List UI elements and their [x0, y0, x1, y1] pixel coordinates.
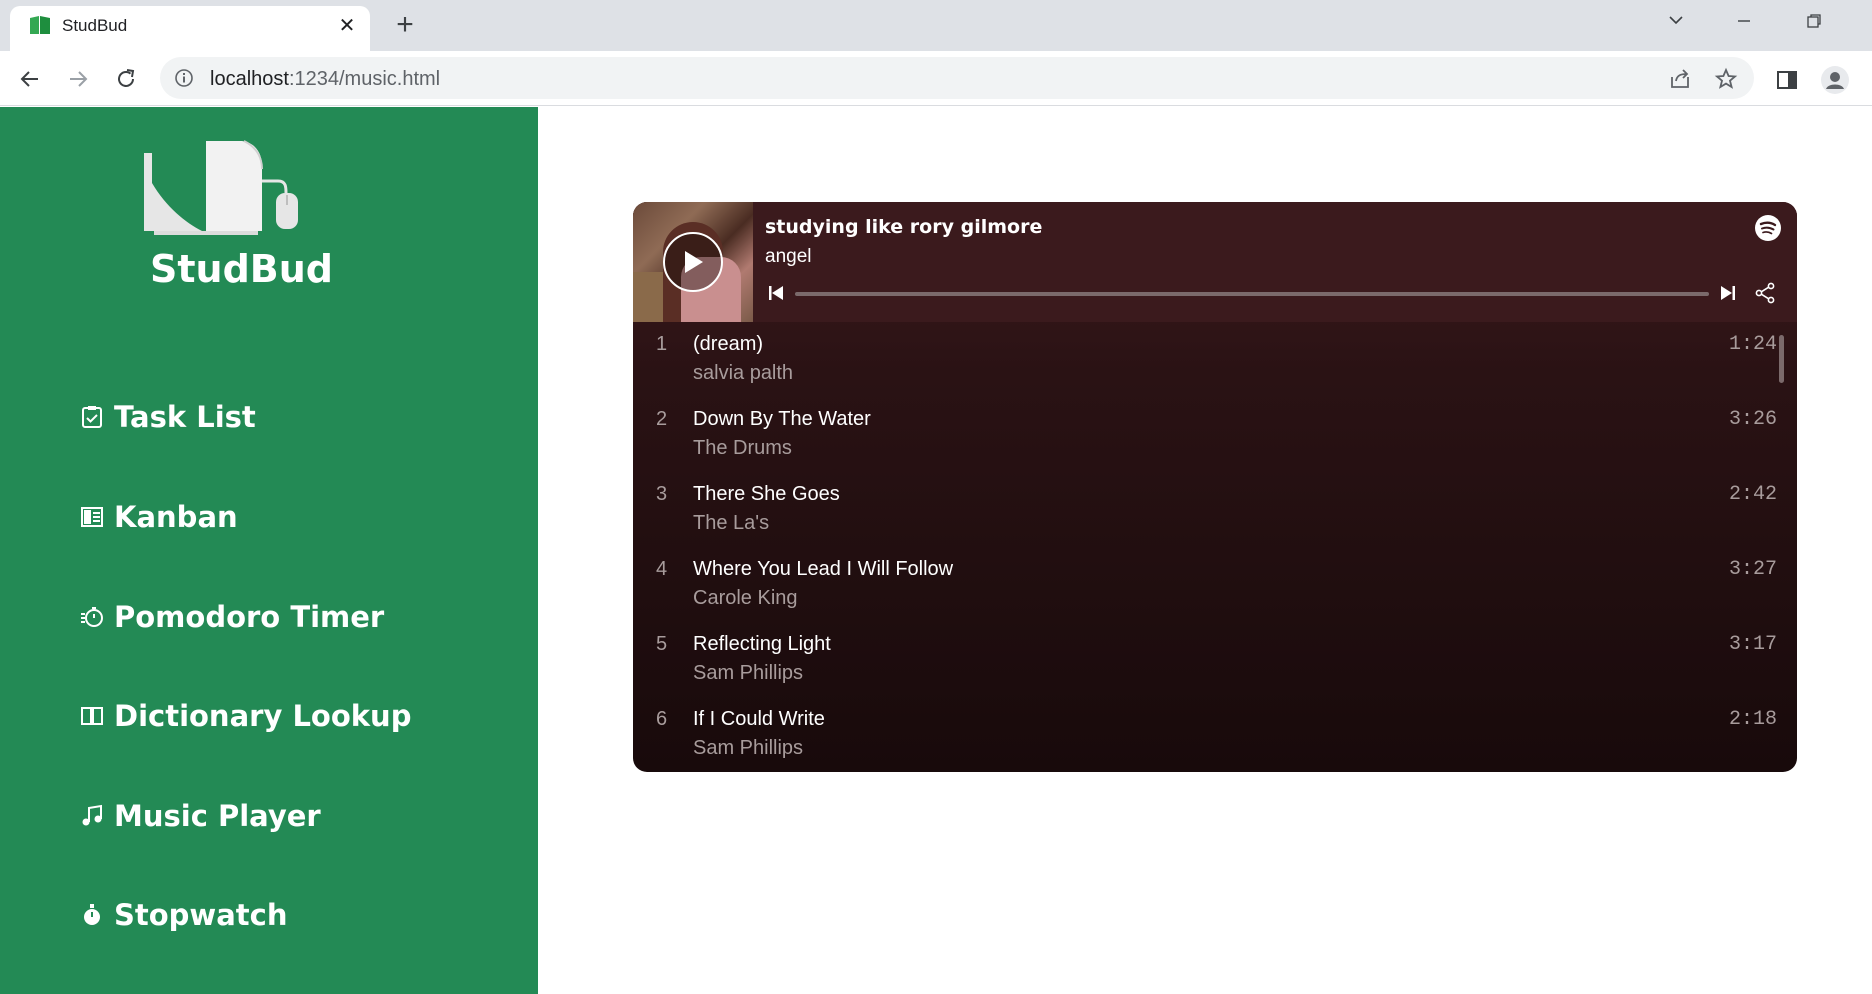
track-row[interactable]: 3 There She Goes The La's 2:42 — [633, 472, 1777, 547]
track-title: Where You Lead I Will Follow — [693, 558, 954, 580]
track-artist: The La's — [693, 512, 770, 534]
new-tab-button[interactable]: + — [390, 10, 420, 40]
tab-search-chevron-icon[interactable] — [1656, 8, 1696, 38]
restore-button[interactable] — [1794, 8, 1834, 38]
nav-pomodoro-timer[interactable]: Pomodoro Timer — [80, 597, 384, 637]
track-number: 2 — [656, 408, 668, 430]
previous-track-icon[interactable] — [767, 284, 785, 302]
track-number: 3 — [656, 483, 668, 505]
book-mouse-logo-icon — [144, 140, 298, 235]
site-info-icon[interactable] — [174, 68, 194, 88]
track-row[interactable]: 6 If I Could Write Sam Phillips 2:18 — [633, 697, 1777, 772]
stopwatch-icon — [80, 903, 104, 927]
nav-label: Stopwatch — [114, 898, 288, 932]
address-bar[interactable]: localhost:1234/music.html — [160, 57, 1754, 99]
nav-task-list[interactable]: Task List — [80, 397, 256, 437]
track-title: If I Could Write — [693, 708, 825, 730]
track-duration: 3:27 — [1728, 558, 1777, 581]
nav-label: Dictionary Lookup — [114, 699, 412, 733]
music-note-icon — [80, 804, 104, 828]
track-title: Reflecting Light — [693, 633, 831, 655]
track-artist: The Drums — [693, 437, 792, 459]
tracklist-scrollbar[interactable] — [1779, 335, 1784, 383]
timer-icon — [80, 605, 104, 629]
track-duration: 3:26 — [1728, 408, 1777, 431]
track-row[interactable]: 5 Reflecting Light Sam Phillips 3:17 — [633, 622, 1777, 697]
kanban-board-icon — [80, 505, 104, 529]
track-duration: 1:24 — [1728, 333, 1777, 356]
track-title: (dream) — [693, 333, 764, 355]
track-duration: 2:18 — [1728, 708, 1777, 731]
browser-tab[interactable]: StudBud ✕ — [10, 6, 370, 51]
tab-close-icon[interactable]: ✕ — [336, 15, 358, 37]
track-list: 1 (dream) salvia palth 1:24 2 Down By Th… — [633, 322, 1797, 772]
nav-kanban[interactable]: Kanban — [80, 497, 238, 537]
playlist-cover-image — [633, 202, 753, 322]
track-artist: salvia palth — [693, 362, 794, 384]
play-button[interactable] — [663, 232, 723, 292]
logo-text: StudBud — [150, 247, 334, 291]
playlist-owner[interactable]: angel — [765, 246, 812, 268]
side-panel-icon[interactable] — [1774, 67, 1800, 93]
track-title: Down By The Water — [693, 408, 871, 430]
studbud-logo[interactable]: StudBud — [140, 137, 334, 297]
share-page-icon[interactable] — [1668, 67, 1692, 91]
track-duration: 2:42 — [1728, 483, 1777, 506]
nav-label: Kanban — [114, 500, 238, 534]
tab-title: StudBud — [62, 16, 128, 35]
url-text[interactable]: localhost:1234/music.html — [210, 68, 440, 91]
bookmark-star-icon[interactable] — [1714, 67, 1738, 91]
nav-dictionary-lookup[interactable]: Dictionary Lookup — [80, 696, 411, 736]
sidebar: StudBud Task List Kanban Pomodoro Timer … — [0, 107, 538, 994]
play-icon — [685, 251, 703, 273]
progress-bar[interactable] — [795, 292, 1709, 296]
next-track-icon[interactable] — [1719, 284, 1737, 302]
nav-label: Task List — [114, 400, 256, 434]
track-number: 4 — [656, 558, 668, 580]
track-row[interactable]: 2 Down By The Water The Drums 3:26 — [633, 397, 1777, 472]
track-artist: Sam Phillips — [693, 737, 804, 759]
track-number: 6 — [656, 708, 668, 730]
share-icon[interactable] — [1754, 282, 1776, 304]
track-row[interactable]: 4 Where You Lead I Will Follow Carole Ki… — [633, 547, 1777, 622]
spotify-player: studying like rory gilmore angel 1 (drea… — [633, 202, 1797, 772]
back-icon[interactable] — [12, 61, 48, 97]
playlist-title[interactable]: studying like rory gilmore — [765, 216, 1042, 238]
open-book-icon — [80, 704, 104, 728]
nav-label: Pomodoro Timer — [114, 600, 385, 634]
track-row[interactable]: 1 (dream) salvia palth 1:24 — [633, 322, 1777, 397]
clipboard-check-icon — [80, 405, 104, 429]
track-number: 1 — [656, 333, 668, 355]
reload-icon[interactable] — [108, 61, 144, 97]
spotify-logo-icon[interactable] — [1754, 214, 1782, 242]
nav-stopwatch[interactable]: Stopwatch — [80, 895, 288, 935]
browser-toolbar: localhost:1234/music.html — [0, 51, 1872, 106]
nav-music-player[interactable]: Music Player — [80, 796, 321, 836]
track-artist: Sam Phillips — [693, 662, 804, 684]
track-duration: 3:17 — [1728, 633, 1777, 656]
minimize-button[interactable] — [1724, 8, 1764, 38]
track-title: There She Goes — [693, 483, 840, 505]
track-artist: Carole King — [693, 587, 798, 609]
track-number: 5 — [656, 633, 668, 655]
player-header: studying like rory gilmore angel — [633, 202, 1797, 322]
book-favicon-icon — [30, 16, 50, 34]
forward-icon[interactable] — [60, 61, 96, 97]
nav-label: Music Player — [114, 799, 321, 833]
profile-avatar-icon[interactable] — [1820, 65, 1850, 95]
browser-tab-bar: StudBud ✕ + — [0, 0, 1872, 51]
